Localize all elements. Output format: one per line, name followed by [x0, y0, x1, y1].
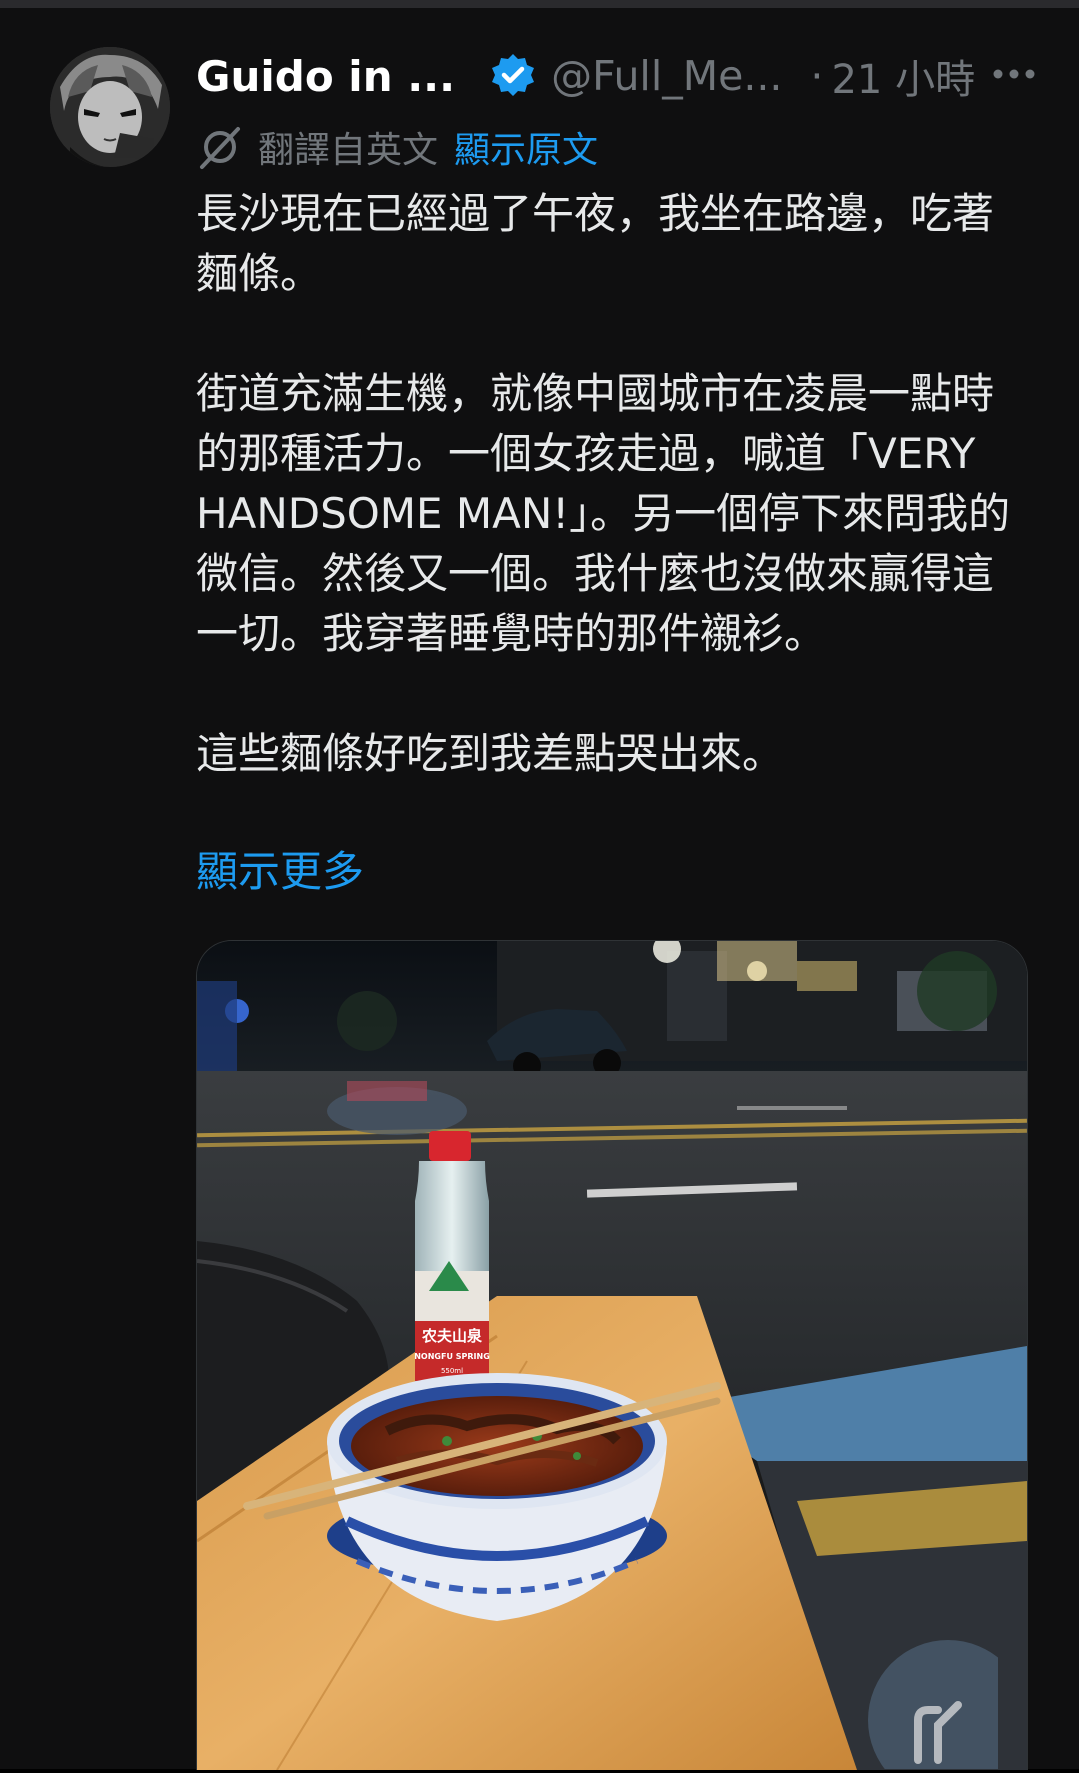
avatar[interactable]	[50, 47, 170, 167]
tweet-container: Guido in ... @Full_Me... · 21 小時 翻譯自英文 顯…	[0, 0, 1079, 1773]
anime-avatar-icon	[50, 47, 170, 167]
bottle-brand-en-text: NONGFU SPRING	[414, 1352, 490, 1361]
translated-from-label: 翻譯自英文	[258, 130, 439, 171]
bottle-brand-text: 农夫山泉	[421, 1327, 483, 1345]
tweet-paragraph: 街道充滿生機，就像中國城市在凌晨一點時的那種活力。一個女孩走過，喊道「VERY …	[196, 369, 1011, 658]
tweet-paragraph: 長沙現在已經過了午夜，我坐在路邊，吃著麵條。	[196, 189, 995, 298]
more-options-icon[interactable]	[992, 56, 1036, 92]
show-more-link[interactable]: 顯示更多	[196, 842, 364, 902]
tweet-paragraph: 這些麵條好吃到我差點哭出來。	[196, 729, 785, 778]
handle[interactable]: @Full_Me...	[551, 52, 782, 100]
timestamp[interactable]: 21 小時	[831, 47, 975, 105]
top-divider	[0, 0, 1079, 8]
bottle-volume-text: 550ml	[441, 1367, 463, 1375]
time-separator: ·	[810, 52, 824, 100]
verified-badge-icon	[489, 52, 537, 100]
watermark-logo-icon	[858, 1630, 1028, 1773]
translation-row: 翻譯自英文 顯示原文	[196, 120, 598, 174]
translate-icon	[196, 123, 244, 171]
show-original-link[interactable]: 顯示原文	[454, 121, 598, 173]
display-name[interactable]: Guido in ...	[196, 52, 455, 101]
tweet-body: 長沙現在已經過了午夜，我坐在路邊，吃著麵條。 街道充滿生機，就像中國城市在凌晨一…	[196, 184, 1032, 784]
tweet-header: Guido in ... @Full_Me... · 21 小時	[196, 44, 1036, 108]
